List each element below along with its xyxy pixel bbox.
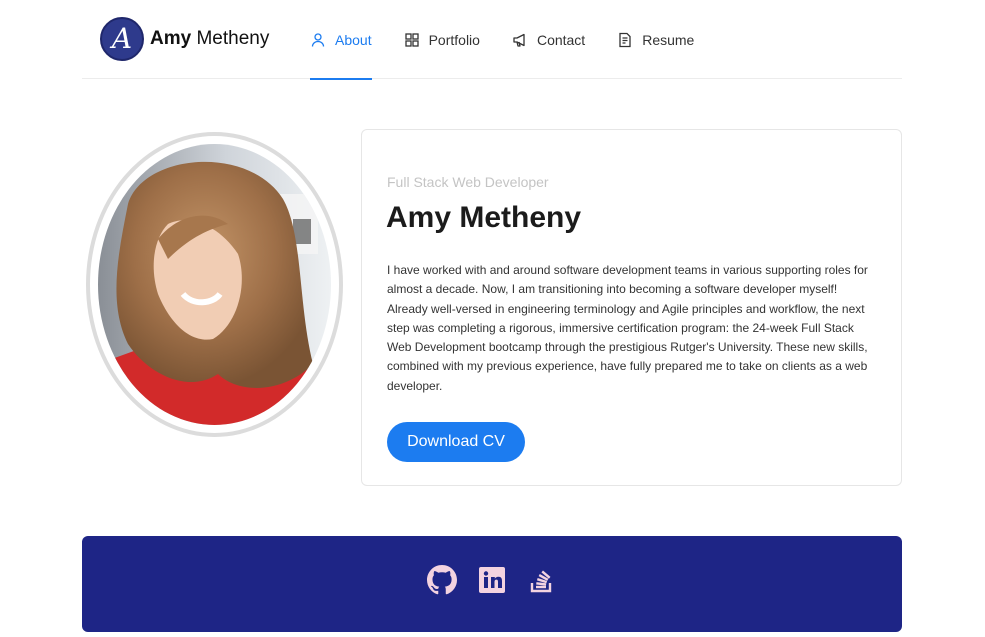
linkedin-link[interactable]	[477, 565, 507, 595]
profile-photo-frame	[86, 132, 343, 437]
profile-photo	[98, 144, 331, 425]
profile-name: Amy Metheny	[386, 201, 582, 234]
nav-item-about[interactable]: About	[310, 0, 372, 80]
main-nav: About Portfolio Contact Resume	[310, 0, 726, 80]
stackoverflow-link[interactable]	[527, 565, 557, 595]
linkedin-icon	[477, 565, 507, 595]
job-title: Full Stack Web Developer	[387, 174, 549, 190]
grid-icon	[404, 32, 420, 48]
stackoverflow-icon	[527, 565, 557, 595]
github-icon	[427, 565, 457, 595]
nav-item-resume[interactable]: Resume	[617, 0, 694, 79]
megaphone-icon	[512, 32, 528, 48]
logo: A	[100, 17, 144, 61]
document-icon	[617, 32, 633, 48]
page: A Amy Metheny About Portfolio Contact Re…	[0, 0, 985, 637]
nav-label-portfolio: Portfolio	[428, 31, 480, 48]
nav-item-contact[interactable]: Contact	[512, 0, 585, 79]
brand-first-name: Amy	[150, 28, 192, 49]
nav-label-about: About	[335, 31, 372, 48]
user-icon	[310, 32, 326, 48]
brand-last-name: Metheny	[196, 28, 270, 49]
nav-item-portfolio[interactable]: Portfolio	[404, 0, 480, 79]
footer	[82, 536, 902, 632]
about-card: Full Stack Web Developer Amy Metheny I h…	[361, 129, 902, 486]
logo-letter: A	[111, 22, 133, 55]
brand-link[interactable]: A Amy Metheny	[100, 17, 269, 61]
download-cv-button[interactable]: Download CV	[387, 422, 525, 462]
github-link[interactable]	[427, 565, 457, 595]
bio-text: I have worked with and around software d…	[387, 263, 868, 393]
social-links	[82, 565, 902, 595]
nav-label-resume: Resume	[642, 31, 695, 48]
nav-label-contact: Contact	[536, 31, 586, 48]
brand-name: Amy Metheny	[150, 28, 269, 50]
navbar: A Amy Metheny About Portfolio Contact Re…	[82, 0, 902, 80]
